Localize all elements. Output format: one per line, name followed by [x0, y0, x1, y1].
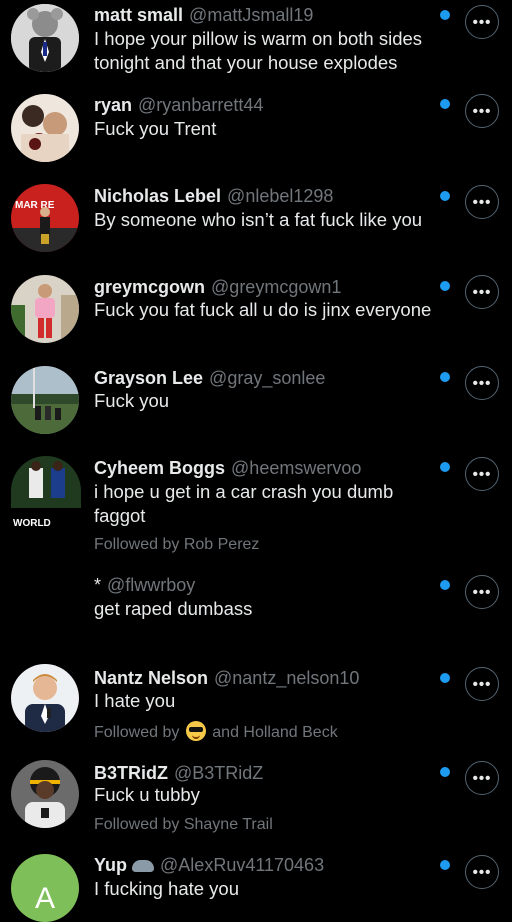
more-options-button[interactable]: •••: [465, 575, 499, 609]
more-options-button[interactable]: •••: [465, 94, 499, 128]
user-handle[interactable]: @AlexRuv41170463: [160, 855, 324, 875]
reply-text: I fucking hate you: [94, 878, 240, 899]
unread-dot-icon: [440, 767, 450, 777]
display-name[interactable]: Nantz Nelson: [94, 668, 208, 688]
reply-text: Fuck u tubby: [94, 784, 200, 805]
reply-item[interactable]: A Yup @AlexRuv41170463 I fucking hate yo…: [0, 850, 512, 922]
reply-text: I hate you: [94, 690, 176, 711]
reply-text: Fuck you fat fuck all u do is jinx every…: [94, 299, 432, 320]
display-name[interactable]: *: [94, 575, 101, 595]
user-handle[interactable]: @greymcgown1: [211, 277, 341, 297]
unread-dot-icon: [440, 673, 450, 683]
followed-by-prefix: Followed by: [94, 724, 180, 741]
unread-dot-icon: [440, 860, 450, 870]
user-handle[interactable]: @flwwrboy: [107, 575, 195, 595]
reply-text: i hope u get in a car crash you dumb fag…: [94, 481, 394, 526]
more-options-button[interactable]: •••: [465, 5, 499, 39]
followed-by-text: Followed by Rob Perez: [94, 536, 260, 553]
more-options-button[interactable]: •••: [465, 855, 499, 889]
more-options-button[interactable]: •••: [465, 366, 499, 400]
reply-text: Fuck you: [94, 390, 170, 411]
followed-by-text: Followed by and Holland Beck: [94, 721, 338, 743]
more-options-button[interactable]: •••: [465, 457, 499, 491]
avatar-caption-text: WORLD: [13, 518, 51, 529]
display-name[interactable]: Cyheem Boggs: [94, 458, 225, 478]
followed-by-text: Followed by Shayne Trail: [94, 816, 273, 833]
avatar[interactable]: [11, 94, 79, 162]
unread-dot-icon: [440, 372, 450, 382]
display-name[interactable]: Nicholas Lebel: [94, 186, 221, 206]
display-name[interactable]: B3TRidZ: [94, 763, 168, 783]
display-name[interactable]: matt small: [94, 5, 183, 25]
avatar[interactable]: MAR RE: [11, 184, 79, 252]
unread-dot-icon: [440, 462, 450, 472]
avatar[interactable]: [11, 366, 79, 434]
user-handle[interactable]: @nlebel1298: [227, 186, 333, 206]
display-name[interactable]: ryan: [94, 95, 132, 115]
avatar[interactable]: WORLD: [11, 456, 81, 530]
avatar[interactable]: [11, 760, 79, 828]
display-name[interactable]: greymcgown: [94, 277, 205, 297]
display-name[interactable]: Grayson Lee: [94, 368, 203, 388]
more-options-button[interactable]: •••: [465, 185, 499, 219]
reply-text: By someone who isn’t a fat fuck like you: [94, 209, 423, 230]
more-options-button[interactable]: •••: [465, 275, 499, 309]
display-name[interactable]: Yup: [94, 855, 127, 875]
unread-dot-icon: [440, 10, 450, 20]
avatar[interactable]: [11, 4, 79, 72]
reply-text: get raped dumbass: [94, 598, 253, 619]
seal-emoji-icon: [132, 860, 155, 872]
unread-dot-icon: [440, 99, 450, 109]
reply-text: Fuck you Trent: [94, 118, 217, 139]
unread-dot-icon: [440, 580, 450, 590]
user-handle[interactable]: @nantz_nelson10: [214, 668, 359, 688]
user-handle[interactable]: @B3TRidZ: [174, 763, 263, 783]
more-options-button[interactable]: •••: [465, 761, 499, 795]
user-handle[interactable]: @heemswervoo: [231, 458, 361, 478]
avatar[interactable]: [11, 275, 79, 343]
reply-text: I hope your pillow is warm on both sides…: [94, 28, 423, 73]
avatar[interactable]: A: [11, 854, 79, 922]
user-handle[interactable]: @ryanbarrett44: [138, 95, 263, 115]
user-handle[interactable]: @gray_sonlee: [209, 368, 325, 388]
avatar[interactable]: [11, 664, 79, 732]
unread-dot-icon: [440, 281, 450, 291]
sunglasses-emoji-icon: [185, 721, 206, 741]
unread-dot-icon: [440, 191, 450, 201]
avatar-letter: A: [34, 882, 55, 915]
more-options-button[interactable]: •••: [465, 667, 499, 701]
user-handle[interactable]: @mattJsmall19: [189, 5, 313, 25]
followed-by-suffix: and Holland Beck: [212, 724, 338, 741]
